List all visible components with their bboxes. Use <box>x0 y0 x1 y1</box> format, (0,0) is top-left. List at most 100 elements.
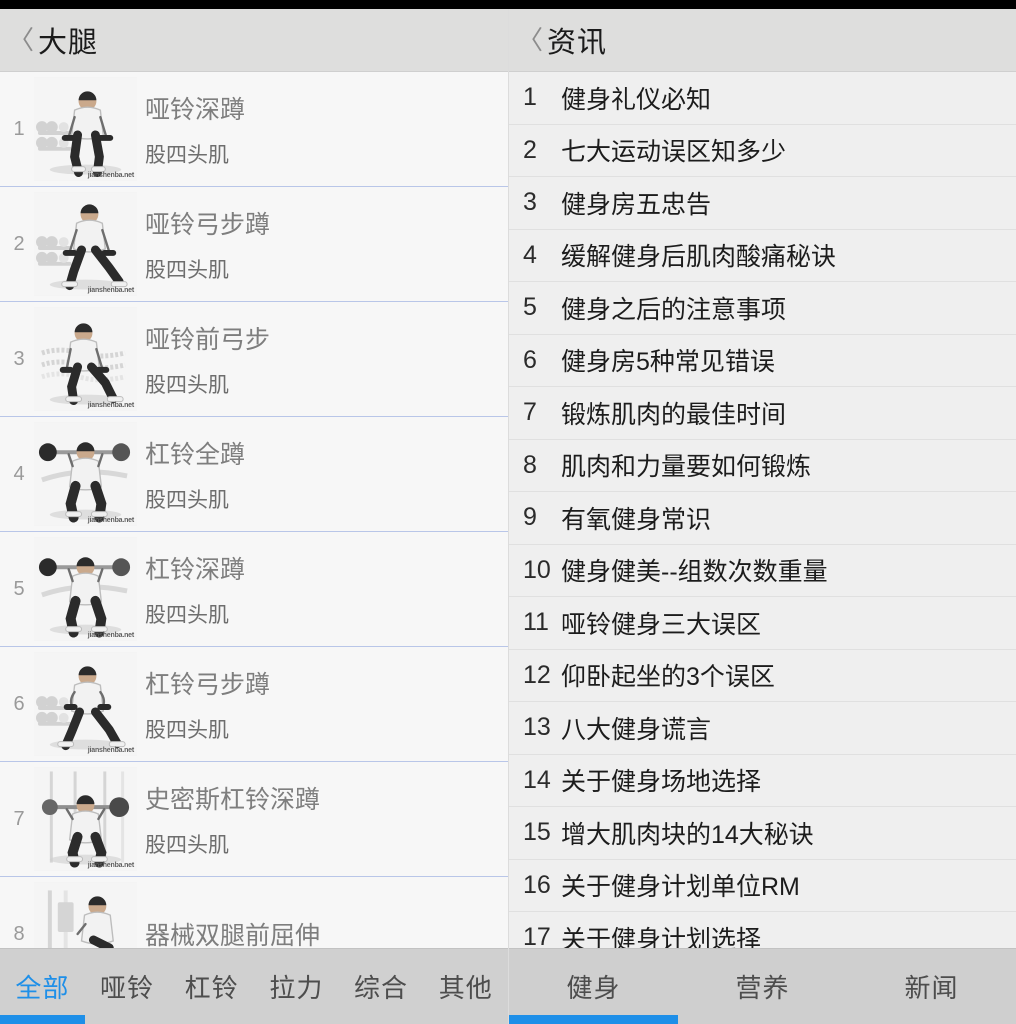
article-title: 肌肉和力量要如何锻炼 <box>561 453 812 482</box>
exercise-list-item[interactable]: 8 器械双腿前屈伸 <box>0 877 508 948</box>
article-list-item[interactable]: 3 健身房五忠告 <box>509 177 1016 230</box>
tab-5[interactable]: 综合 <box>339 968 424 1005</box>
thumbnail-watermark: jianshenba.net <box>87 632 134 639</box>
tab-6[interactable]: 其他 <box>423 968 508 1005</box>
exercise-index: 7 <box>13 807 25 830</box>
back-icon[interactable]: 〈 <box>515 27 545 53</box>
article-list-item[interactable]: 13 八大健身谎言 <box>509 702 1016 755</box>
exercise-thumbnail: jianshenba.net <box>34 767 137 871</box>
article-title: 关于健身计划选择 <box>561 925 762 948</box>
article-title: 健身之后的注意事项 <box>561 295 787 324</box>
article-list-item[interactable]: 5 健身之后的注意事项 <box>509 282 1016 335</box>
exercise-text-block: 哑铃弓步蹲 股四头肌 <box>145 205 270 284</box>
article-index: 6 <box>523 345 537 374</box>
article-list-item[interactable]: 7 锻炼肌肉的最佳时间 <box>509 387 1016 440</box>
exercise-list-item[interactable]: 2 jianshenba.net 哑铃弓步蹲 股四头肌 <box>0 187 508 302</box>
exercise-title: 史密斯杠铃深蹲 <box>145 785 321 814</box>
exercise-muscle-group: 股四头肌 <box>145 603 229 627</box>
exercise-list-item[interactable]: 7 jianshenba.net 史密斯杠铃深蹲 股四头肌 <box>0 762 508 877</box>
exercise-thumbnail: jianshenba.net <box>34 652 137 756</box>
exercise-title: 杠铃弓步蹲 <box>145 670 271 699</box>
article-index: 14 <box>523 765 551 794</box>
article-list-item[interactable]: 10 健身健美--组数次数重量 <box>509 544 1016 597</box>
exercise-list-item[interactable]: 4 jianshenba.net 杠铃全蹲 股四头肌 <box>0 417 508 532</box>
article-list-item[interactable]: 6 健身房5种常见错误 <box>509 334 1016 387</box>
right-tabbar: 健身 营养 新闻 <box>509 948 1016 1024</box>
back-icon[interactable]: 〈 <box>6 27 36 53</box>
article-list-item[interactable]: 9 有氧健身常识 <box>509 492 1016 545</box>
tab-1[interactable]: 全部 <box>0 968 85 1005</box>
article-list-item[interactable]: 17 关于健身计划选择 <box>509 912 1016 948</box>
article-list-item[interactable]: 1 健身礼仪必知 <box>509 72 1016 125</box>
article-list-item[interactable]: 11 哑铃健身三大误区 <box>509 597 1016 650</box>
right-page-title: 资讯 <box>547 27 608 59</box>
article-list-item[interactable]: 2 七大运动误区知多少 <box>509 124 1016 177</box>
article-index: 10 <box>523 555 551 584</box>
article-title: 有氧健身常识 <box>561 505 712 534</box>
article-list-item[interactable]: 14 关于健身场地选择 <box>509 754 1016 807</box>
right-pane-articles: 〈 资讯 1 健身礼仪必知 2 七大运动误区知多少 3 健身房五忠告 4 缓解健身后肌肉酸痛秘… <box>508 9 1016 1024</box>
article-index: 1 <box>523 83 537 112</box>
exercise-thumbnail: jianshenba.net <box>34 537 137 641</box>
exercise-thumbnail: jianshenba.net <box>34 422 137 526</box>
tab-3[interactable]: 杠铃 <box>169 968 254 1005</box>
left-page-title: 大腿 <box>38 27 99 59</box>
exercise-text-block: 杠铃深蹲 股四头肌 <box>145 550 245 629</box>
exercise-text-block: 史密斯杠铃深蹲 股四头肌 <box>145 780 320 859</box>
article-title: 缓解健身后肌肉酸痛秘诀 <box>561 243 837 272</box>
tab-3[interactable]: 新闻 <box>847 968 1016 1005</box>
article-list-item[interactable]: 12 仰卧起坐的3个误区 <box>509 649 1016 702</box>
exercise-index: 4 <box>13 462 25 485</box>
thumbnail-watermark: jianshenba.net <box>87 172 134 179</box>
article-index: 3 <box>523 188 537 217</box>
article-index: 15 <box>523 818 551 847</box>
exercise-thumbnail: jianshenba.net <box>34 77 137 181</box>
exercise-text-block: 杠铃全蹲 股四头肌 <box>145 435 245 514</box>
exercise-list-item[interactable]: 3 jianshenba.net 哑铃前弓步 股四头肌 <box>0 302 508 417</box>
status-bar <box>0 0 1016 9</box>
exercise-list-item[interactable]: 5 jianshenba.net 杠铃深蹲股四头肌 <box>0 532 508 647</box>
split-panes: 〈 大腿 1 jianshenba.net 哑铃深蹲 股四头肌 2 jiansh… <box>0 9 1016 1024</box>
exercise-list[interactable]: 1 jianshenba.net 哑铃深蹲 股四头肌 2 jianshenba.… <box>0 72 508 948</box>
tab-2[interactable]: 哑铃 <box>85 968 170 1005</box>
article-title: 关于健身计划单位RM <box>561 873 800 902</box>
article-list-item[interactable]: 8 肌肉和力量要如何锻炼 <box>509 439 1016 492</box>
tab-4[interactable]: 拉力 <box>254 968 339 1005</box>
article-list-item[interactable]: 16 关于健身计划单位RM <box>509 859 1016 912</box>
article-index: 4 <box>523 240 537 269</box>
tab-2[interactable]: 营养 <box>678 968 847 1005</box>
article-index: 12 <box>523 660 551 689</box>
left-tab-strip[interactable]: 全部 哑铃 杠铃 拉力 综合 其他 <box>0 949 508 1024</box>
exercise-index: 1 <box>13 117 25 140</box>
article-title: 锻炼肌肉的最佳时间 <box>561 400 787 429</box>
exercise-list-item[interactable]: 1 jianshenba.net 哑铃深蹲 股四头肌 <box>0 72 508 187</box>
exercise-title: 杠铃深蹲 <box>145 555 246 584</box>
exercise-title: 杠铃全蹲 <box>145 440 246 469</box>
right-tab-strip[interactable]: 健身 营养 新闻 <box>509 949 1016 1024</box>
exercise-list-item[interactable]: 6 jianshenba.net 杠铃弓步蹲 股四头肌 <box>0 647 508 762</box>
thumbnail-watermark: jianshenba.net <box>87 287 134 294</box>
article-title: 七大运动误区知多少 <box>561 138 787 167</box>
tab-1[interactable]: 健身 <box>509 968 678 1005</box>
exercise-muscle-group: 股四头肌 <box>145 718 229 742</box>
left-active-tab-indicator <box>0 1015 85 1024</box>
article-list[interactable]: 1 健身礼仪必知 2 七大运动误区知多少 3 健身房五忠告 4 缓解健身后肌肉酸痛秘诀 5 健身之… <box>509 72 1016 948</box>
exercise-muscle-group: 股四头肌 <box>145 143 229 167</box>
exercise-text-block: 哑铃深蹲 股四头肌 <box>145 90 245 169</box>
exercise-muscle-group: 股四头肌 <box>145 488 229 512</box>
article-title: 八大健身谎言 <box>561 715 712 744</box>
thumbnail-watermark: jianshenba.net <box>87 402 134 409</box>
exercise-index: 5 <box>13 577 25 600</box>
article-index: 2 <box>523 135 537 164</box>
exercise-title: 哑铃前弓步 <box>145 325 271 354</box>
article-title: 健身房五忠告 <box>561 190 712 219</box>
article-list-item[interactable]: 15 增大肌肉块的14大秘诀 <box>509 807 1016 860</box>
article-title: 健身礼仪必知 <box>561 85 712 114</box>
exercise-index: 3 <box>13 347 25 370</box>
article-list-item[interactable]: 4 缓解健身后肌肉酸痛秘诀 <box>509 229 1016 282</box>
left-titlebar: 〈 大腿 <box>0 9 508 72</box>
exercise-text-block: 哑铃前弓步 股四头肌 <box>145 320 270 399</box>
thumbnail-watermark: jianshenba.net <box>87 747 134 754</box>
article-title: 关于健身场地选择 <box>561 768 762 797</box>
article-title: 健身房5种常见错误 <box>561 348 775 377</box>
